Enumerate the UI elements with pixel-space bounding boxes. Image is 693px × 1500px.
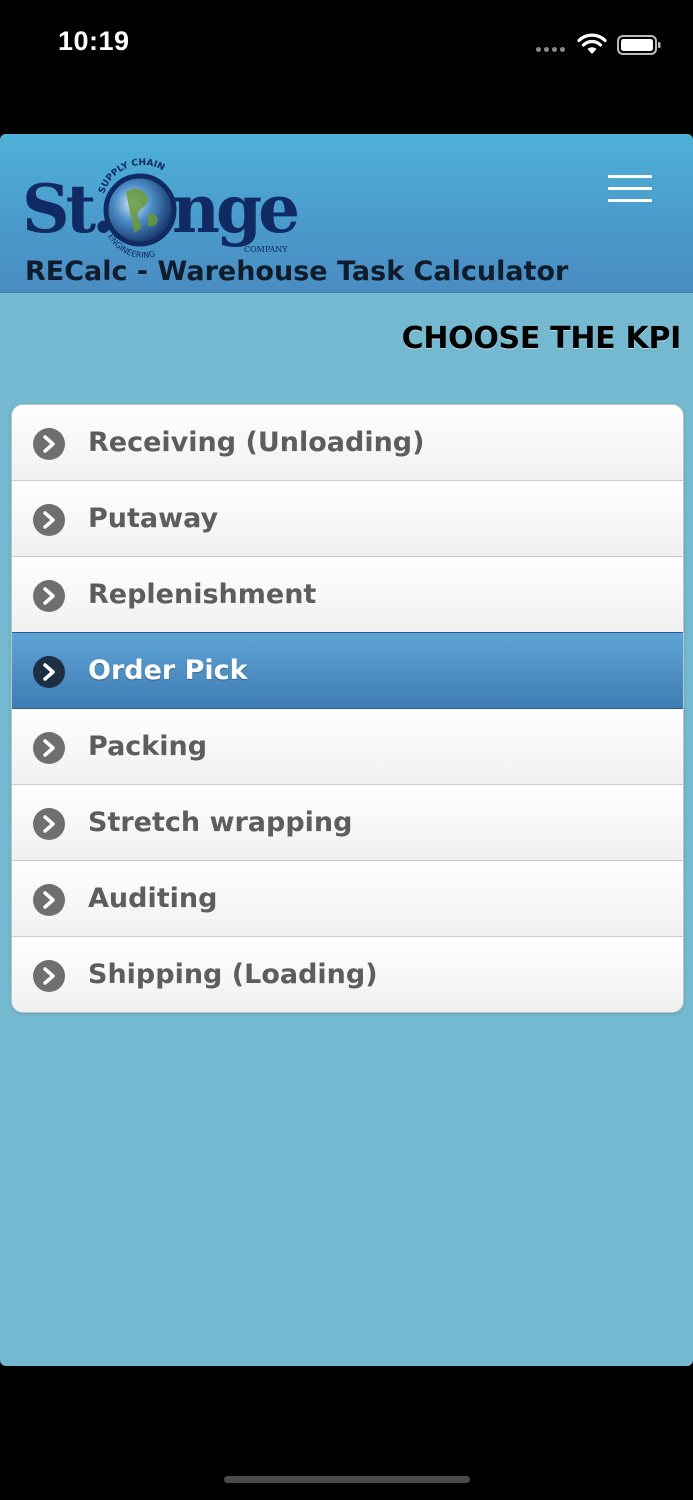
kpi-item-packing[interactable]: Packing — [12, 709, 683, 785]
chevron-right-circle-icon — [33, 656, 65, 688]
kpi-item-replenishment[interactable]: Replenishment — [12, 557, 683, 633]
cellular-signal-icon — [536, 47, 568, 53]
battery-icon — [617, 35, 661, 55]
hamburger-menu-button[interactable] — [604, 172, 656, 206]
chevron-right-circle-icon — [33, 808, 65, 840]
kpi-label: Stretch wrapping — [88, 807, 353, 838]
svg-text:nge: nge — [172, 170, 297, 248]
chevron-right-circle-icon — [33, 960, 65, 992]
kpi-label: Packing — [88, 731, 208, 762]
page-heading: CHOOSE THE KPI — [401, 321, 682, 356]
status-bar: 10:19 — [0, 0, 693, 90]
kpi-label: Shipping (Loading) — [88, 959, 378, 990]
kpi-item-receiving[interactable]: Receiving (Unloading) — [12, 405, 683, 481]
kpi-list: Receiving (Unloading) Putaway Replenishm… — [11, 404, 684, 1013]
kpi-item-order-pick[interactable]: Order Pick — [12, 632, 683, 709]
st-onge-logo: St. nge SUPPLY CHAIN ENGINEERING COMPANY — [22, 158, 301, 260]
chevron-right-circle-icon — [33, 428, 65, 460]
kpi-item-shipping[interactable]: Shipping (Loading) — [12, 937, 683, 1012]
wifi-icon — [577, 33, 607, 54]
kpi-item-stretch-wrapping[interactable]: Stretch wrapping — [12, 785, 683, 861]
svg-text:St.: St. — [22, 170, 111, 248]
app-header: St. nge SUPPLY CHAIN ENGINEERING COMPANY… — [0, 134, 693, 293]
kpi-label: Replenishment — [88, 579, 317, 610]
app-title: RECalc - Warehouse Task Calculator — [25, 256, 569, 287]
phone-screen: 10:19 St. nge SUPPLY CHAIN ENGINEERING C… — [0, 0, 693, 1500]
kpi-label: Order Pick — [88, 655, 248, 686]
logo-company: COMPANY — [244, 245, 288, 254]
kpi-label: Receiving (Unloading) — [88, 427, 425, 458]
chevron-right-circle-icon — [33, 580, 65, 612]
status-time: 10:19 — [58, 26, 130, 56]
kpi-item-auditing[interactable]: Auditing — [12, 861, 683, 937]
kpi-item-putaway[interactable]: Putaway — [12, 481, 683, 557]
kpi-label: Putaway — [88, 503, 219, 534]
chevron-right-circle-icon — [33, 732, 65, 764]
app-container: St. nge SUPPLY CHAIN ENGINEERING COMPANY… — [0, 134, 693, 1366]
home-indicator[interactable] — [224, 1476, 470, 1483]
chevron-right-circle-icon — [33, 884, 65, 916]
chevron-right-circle-icon — [33, 504, 65, 536]
kpi-label: Auditing — [88, 883, 218, 914]
hamburger-menu-icon — [608, 175, 652, 178]
